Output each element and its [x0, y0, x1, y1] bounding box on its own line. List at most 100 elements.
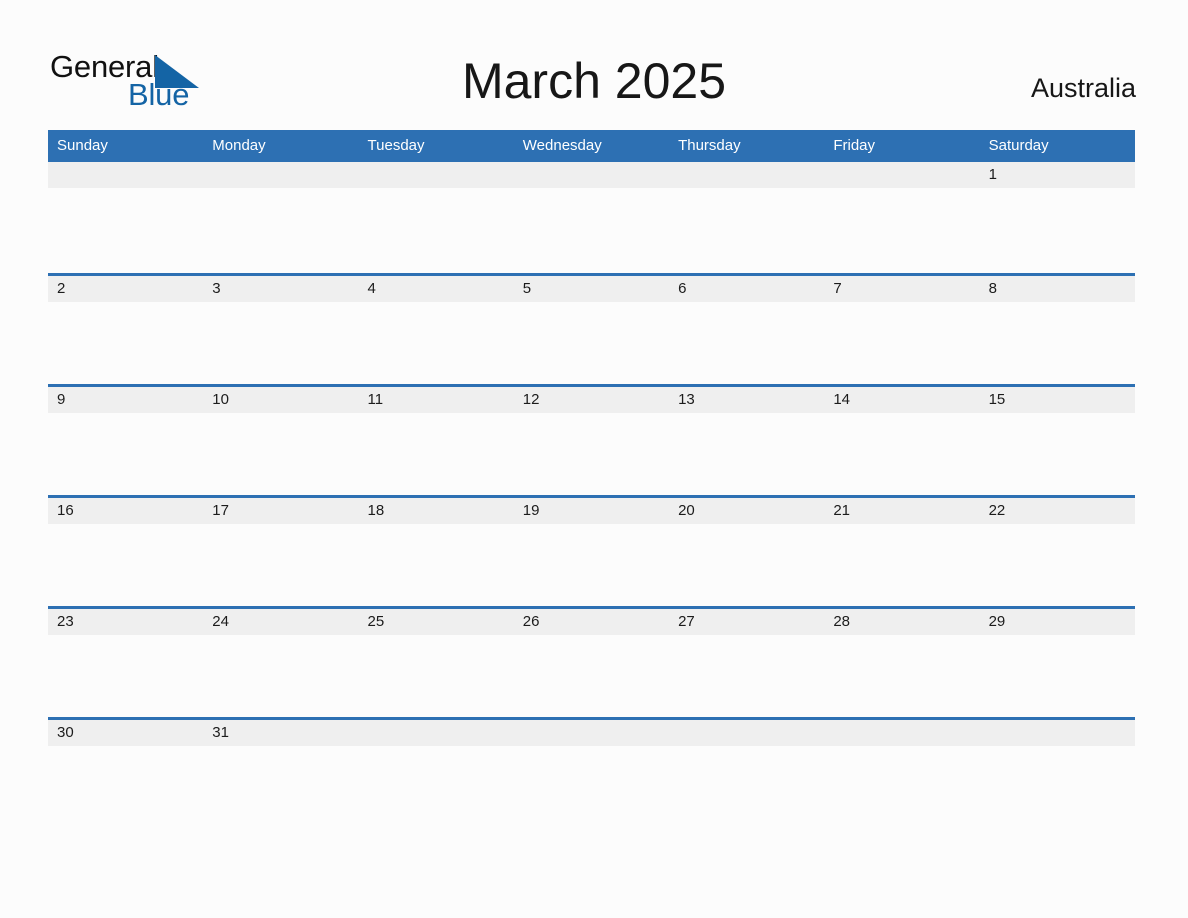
week-date-band: 2 3 4 5 6 7 8: [48, 273, 1135, 302]
date-number: 21: [833, 502, 851, 519]
day-cell[interactable]: 6: [669, 276, 824, 302]
week-row: 9 10 11 12 13 14 15: [48, 384, 1135, 495]
week-row: 30 31: [48, 717, 1135, 757]
day-cell[interactable]: 17: [203, 498, 358, 524]
date-number: 27: [678, 613, 695, 630]
date-number: 14: [833, 391, 851, 408]
day-cell[interactable]: 26: [514, 609, 669, 635]
date-number: 3: [212, 280, 221, 297]
week-date-band: 1: [48, 162, 1135, 188]
date-number: 18: [367, 502, 385, 519]
day-cell[interactable]: [48, 162, 203, 188]
date-number: 15: [988, 391, 1006, 408]
weekday-header-sunday: Sunday: [48, 130, 203, 162]
day-cell[interactable]: 2: [48, 276, 203, 302]
date-number: 25: [367, 613, 385, 630]
day-cell[interactable]: 31: [203, 720, 358, 746]
day-cell[interactable]: 19: [514, 498, 669, 524]
week-row: 2 3 4 5 6 7 8: [48, 273, 1135, 384]
weekday-header-tuesday: Tuesday: [359, 130, 514, 162]
date-number: 30: [57, 724, 74, 741]
date-number: 22: [988, 502, 1006, 519]
day-cell[interactable]: [514, 720, 669, 746]
day-cell[interactable]: [359, 720, 514, 746]
date-number: 9: [57, 391, 66, 408]
day-cell[interactable]: 14: [824, 387, 979, 413]
day-cell[interactable]: [203, 162, 358, 188]
date-number: 28: [833, 613, 851, 630]
day-cell[interactable]: [824, 162, 979, 188]
day-cell[interactable]: 27: [669, 609, 824, 635]
day-cell[interactable]: 29: [980, 609, 1135, 635]
week-date-band: 9 10 11 12 13 14 15: [48, 384, 1135, 413]
day-cell[interactable]: 4: [359, 276, 514, 302]
day-cell[interactable]: [980, 720, 1135, 746]
calendar-grid: Sunday Monday Tuesday Wednesday Thursday…: [48, 130, 1135, 757]
date-number: 16: [57, 502, 74, 519]
day-cell[interactable]: 28: [824, 609, 979, 635]
day-cell[interactable]: 11: [359, 387, 514, 413]
date-number: 26: [522, 613, 540, 630]
day-cell[interactable]: 5: [514, 276, 669, 302]
date-number: 7: [833, 280, 842, 297]
weekday-label: Tuesday: [367, 137, 425, 154]
day-cell[interactable]: [359, 162, 514, 188]
day-cell[interactable]: 30: [48, 720, 203, 746]
weekday-header-monday: Monday: [203, 130, 358, 162]
date-number: 8: [988, 280, 997, 297]
date-number: 20: [678, 502, 695, 519]
day-cell[interactable]: 1: [980, 162, 1135, 188]
week-row: 23 24 25 26 27 28 29: [48, 606, 1135, 717]
date-number: 19: [522, 502, 540, 519]
day-cell[interactable]: 21: [824, 498, 979, 524]
day-cell[interactable]: [514, 162, 669, 188]
week-row: 1: [48, 162, 1135, 273]
weekday-header-wednesday: Wednesday: [514, 130, 669, 162]
day-cell[interactable]: 20: [669, 498, 824, 524]
date-number: 1: [988, 166, 997, 183]
day-cell[interactable]: 9: [48, 387, 203, 413]
day-cell[interactable]: 24: [203, 609, 358, 635]
week-date-band: 16 17 18 19 20 21 22: [48, 495, 1135, 524]
weekday-header-friday: Friday: [824, 130, 979, 162]
day-cell[interactable]: [669, 720, 824, 746]
date-number: 31: [212, 724, 229, 741]
weekday-label: Sunday: [57, 137, 108, 154]
day-cell[interactable]: [824, 720, 979, 746]
day-cell[interactable]: 12: [514, 387, 669, 413]
date-number: 6: [678, 280, 687, 297]
day-cell[interactable]: 10: [203, 387, 358, 413]
date-number: 4: [367, 280, 376, 297]
date-number: 12: [522, 391, 540, 408]
date-number: 13: [678, 391, 695, 408]
day-cell[interactable]: 23: [48, 609, 203, 635]
day-cell[interactable]: 22: [980, 498, 1135, 524]
day-cell[interactable]: 7: [824, 276, 979, 302]
day-cell[interactable]: 15: [980, 387, 1135, 413]
day-cell[interactable]: 25: [359, 609, 514, 635]
date-number: 11: [367, 391, 384, 408]
date-number: 24: [212, 613, 229, 630]
date-number: 10: [212, 391, 229, 408]
day-cell[interactable]: [669, 162, 824, 188]
day-cell[interactable]: 18: [359, 498, 514, 524]
weekday-label: Monday: [212, 137, 266, 154]
date-number: 23: [57, 613, 74, 630]
week-date-band: 30 31: [48, 717, 1135, 746]
day-cell[interactable]: 13: [669, 387, 824, 413]
day-cell[interactable]: 8: [980, 276, 1135, 302]
date-number: 5: [522, 280, 532, 297]
day-cell[interactable]: 3: [203, 276, 358, 302]
week-row: 16 17 18 19 20 21 22: [48, 495, 1135, 606]
weekday-header-thursday: Thursday: [669, 130, 824, 162]
day-cell[interactable]: 16: [48, 498, 203, 524]
country-label: Australia: [1030, 73, 1136, 103]
page-title: March 2025: [461, 53, 727, 109]
weekday-header-row: Sunday Monday Tuesday Wednesday Thursday…: [48, 130, 1135, 162]
weekday-label: Wednesday: [522, 137, 602, 154]
page-header: General Blue March 2025 Australia: [0, 0, 1188, 130]
date-number: 17: [212, 502, 229, 519]
weekday-header-saturday: Saturday: [980, 130, 1135, 162]
week-date-band: 23 24 25 26 27 28 29: [48, 606, 1135, 635]
date-number: 2: [57, 280, 66, 297]
